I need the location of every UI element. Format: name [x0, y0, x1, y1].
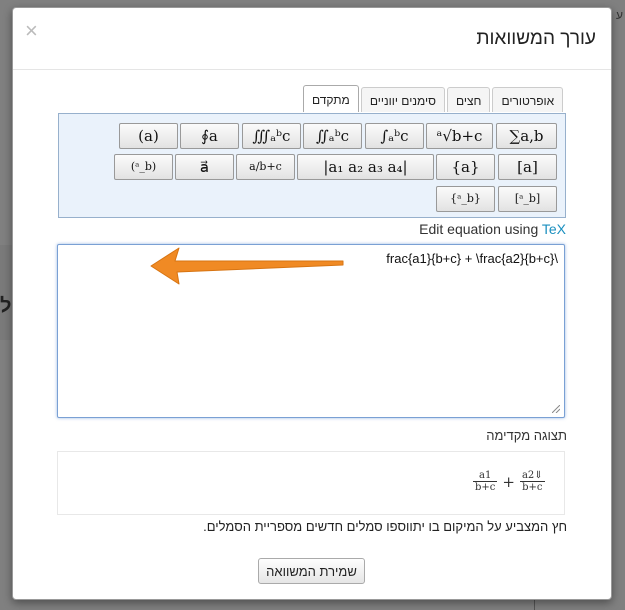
tex-input-value: \frac{a1}{b+c} + \frac{a2}{b+c} [386, 251, 558, 266]
close-icon[interactable]: × [25, 20, 38, 42]
dialog-title: עורך המשוואות [476, 28, 596, 49]
symbol-brace-column[interactable]: {ᵃ_b} [436, 186, 495, 212]
edit-tex-label: Edit equation using [419, 221, 542, 237]
tab-greek[interactable]: סימנים יווניים [360, 87, 445, 112]
symbol-binomial[interactable]: (ᵃ_b) [114, 154, 173, 180]
background-corner-text: ע [616, 8, 623, 22]
symbol-summation[interactable]: ∑a,b [496, 123, 557, 149]
insertion-arrow-icon [150, 247, 344, 285]
symbol-bracket-column[interactable]: [ᵃ_b] [498, 186, 557, 212]
edit-using-tex: Edit equation using TeX [419, 221, 566, 237]
symbol-contour-integral[interactable]: ∮a [180, 123, 239, 149]
preview-denominator-2: b+c [522, 482, 543, 493]
symbol-double-integral[interactable]: ∬ₐᵇc [303, 123, 362, 149]
symbol-tabs: אופרטורים חצים סימנים יווניים מתקדם [301, 85, 564, 113]
symbol-fraction[interactable]: a/b+c [236, 154, 295, 180]
tab-arrows[interactable]: חצים [446, 87, 491, 112]
equation-editor-dialog: × עורך המשוואות אופרטורים חצים סימנים יו… [12, 7, 612, 600]
symbol-integral[interactable]: ∫ₐᵇc [365, 123, 424, 149]
preview-formula: a1 b+c + a2⇓ b+c [473, 470, 545, 493]
preview-fraction-1: a1 b+c [473, 470, 498, 493]
background-left-char: ל [0, 295, 12, 317]
symbol-triple-integral[interactable]: ∭ₐᵇc [242, 123, 301, 149]
hint-text: חץ המצביע על המיקום בו יתווספו סמלים חדש… [203, 519, 567, 534]
symbol-braces[interactable]: {a} [436, 154, 495, 180]
preview-numerator-1: a1 [473, 470, 498, 482]
save-equation-button[interactable]: שמירת המשוואה [258, 558, 365, 584]
preview-label: תצוגה מקדימה [486, 428, 567, 443]
dialog-header: × עורך המשוואות [13, 8, 611, 70]
symbol-determinant[interactable]: |a₁ a₂ a₃ a₄| [297, 154, 434, 180]
preview-denominator-1: b+c [475, 482, 496, 493]
preview-numerator-2: a2⇓ [519, 470, 545, 482]
preview-plus: + [502, 472, 515, 491]
tab-advanced[interactable]: מתקדם [303, 85, 359, 112]
tex-link[interactable]: TeX [542, 221, 566, 237]
symbol-vector[interactable]: a⃗ [175, 154, 234, 180]
symbol-palette: (a) ∮a ∭ₐᵇc ∬ₐᵇc ∫ₐᵇc ᵃ√b+c ∑a,b (ᵃ_b) a… [58, 113, 566, 218]
symbol-nth-root[interactable]: ᵃ√b+c [426, 123, 493, 149]
preview-box: a1 b+c + a2⇓ b+c [57, 451, 565, 515]
symbol-brackets[interactable]: [a] [498, 154, 557, 180]
symbol-parentheses[interactable]: (a) [119, 123, 178, 149]
resize-grip-icon[interactable] [552, 405, 560, 413]
preview-fraction-2: a2⇓ b+c [519, 470, 545, 493]
tab-operators[interactable]: אופרטורים [492, 87, 564, 112]
